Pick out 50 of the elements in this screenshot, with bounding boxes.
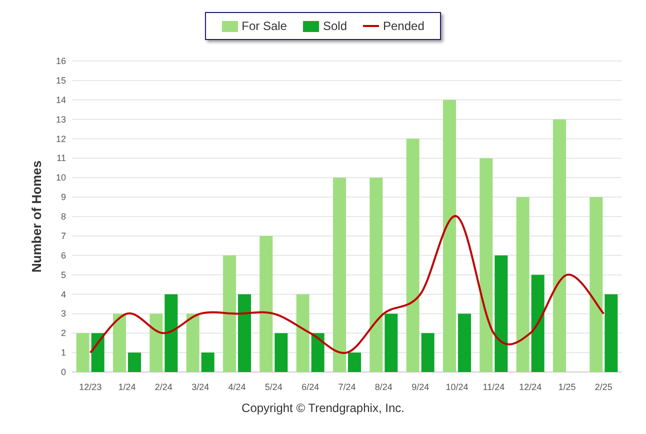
axis-tick-label: 5 — [60, 270, 66, 280]
bar — [311, 333, 324, 372]
bar — [274, 333, 288, 372]
bar — [201, 352, 214, 372]
axis-tick-label: 1 — [60, 348, 66, 358]
axis-tick-label: 8/24 — [374, 382, 392, 392]
bar — [128, 352, 141, 372]
axis-tick-label: 14 — [56, 94, 66, 105]
bar — [384, 314, 398, 372]
axis-tick-label: 9 — [60, 192, 66, 202]
axis-tick-label: 11/24 — [482, 382, 505, 392]
axis-tick-label: 0 — [60, 367, 66, 377]
axis-tick-label: 8 — [60, 212, 66, 222]
axis-tick-label: 7 — [60, 230, 66, 241]
axis-tick-label: 4 — [60, 289, 66, 300]
axis-tick-label: 1/24 — [118, 382, 136, 392]
copyright-text: Copyright © Trendgraphix, Inc. — [242, 401, 404, 415]
legend-label[interactable]: For Sale — [242, 17, 287, 35]
axis-tick-label: 2/25 — [594, 382, 612, 392]
axis-tick-label: 12/23 — [79, 382, 102, 392]
legend-label[interactable]: Pended — [383, 17, 424, 35]
axis-tick-label: 12 — [56, 134, 66, 144]
bar — [150, 314, 163, 372]
axis-tick-label: 6/24 — [302, 382, 320, 392]
axis-tick-label: 16 — [56, 56, 66, 66]
axis-tick-label: 3 — [60, 308, 66, 319]
axis-tick-label: 5/24 — [264, 382, 282, 392]
axis-tick-label: 2 — [60, 328, 66, 338]
bar — [458, 314, 471, 372]
axis-tick-label: 12/24 — [519, 382, 542, 392]
bar — [348, 352, 361, 372]
axis-tick-label: 15 — [56, 75, 66, 86]
axis-tick-label: 10 — [56, 172, 66, 183]
axis-tick-label: 7/24 — [338, 382, 356, 392]
legend-label[interactable]: Sold — [322, 17, 347, 35]
bar — [186, 314, 200, 372]
axis-tick-label: 9/24 — [412, 382, 430, 392]
axis-tick-label: 2/24 — [154, 382, 172, 392]
axis-tick-label: 1/25 — [558, 382, 576, 392]
y-axis-title: Number of Homes — [29, 160, 44, 272]
bar — [113, 314, 126, 372]
bar — [421, 333, 434, 372]
bar — [91, 333, 104, 372]
axis-tick-label: 4/24 — [228, 382, 246, 392]
axis-tick-label: 3/24 — [192, 382, 210, 392]
axis-tick-label: 6 — [60, 250, 66, 260]
axis-tick-label: 11 — [56, 153, 66, 164]
bar — [76, 333, 90, 372]
axis-tick-label: 10/24 — [446, 382, 468, 392]
axis-tick-label: 13 — [56, 114, 66, 124]
